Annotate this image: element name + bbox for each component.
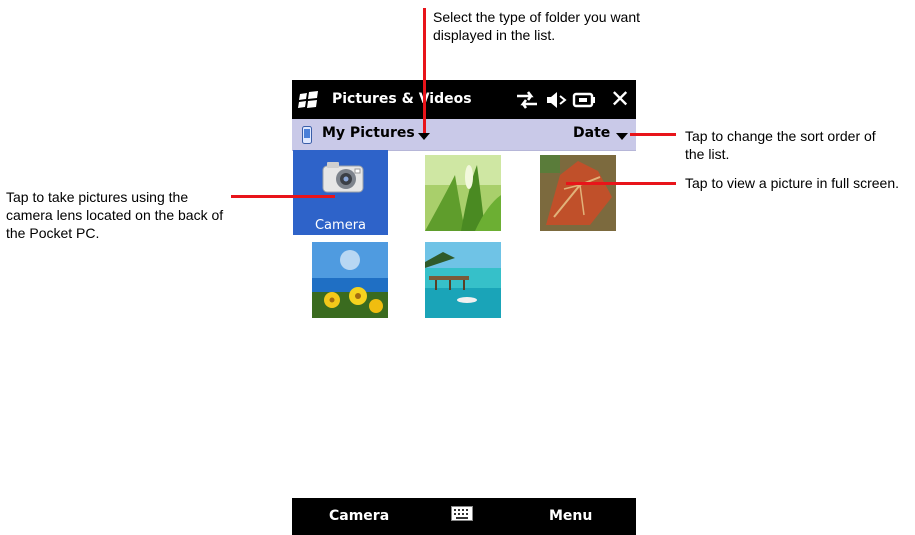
beach-pier-photo[interactable] [425,242,501,318]
title-bar: Pictures & Videos ✕ [292,80,636,119]
folder-dropdown[interactable]: My Pictures [322,125,415,141]
connectivity-icon[interactable] [515,89,539,111]
keyboard-icon[interactable] [451,506,473,521]
callout-sort-order: Tap to change the sort order of the list… [685,128,876,162]
callout-line-folder-type [423,8,426,133]
callout-line-take-pictures [231,195,335,198]
callout-line-view-picture [566,182,676,185]
camera-icon [322,162,364,193]
device-screen: Pictures & Videos ✕ My Pictures Date Cam… [292,80,636,535]
windows-start-icon[interactable] [298,89,320,111]
device-icon [302,126,312,144]
callout-take-pictures: Tap to take pictures using the camera le… [6,189,224,241]
folder-dropdown-arrow-icon[interactable] [418,133,430,140]
camera-caption: Camera [314,218,367,233]
menu-softkey[interactable]: Menu [549,508,592,524]
app-title: Pictures & Videos [332,91,472,107]
battery-icon[interactable] [572,89,596,111]
folder-sort-bar: My Pictures Date [292,119,636,151]
sort-dropdown[interactable]: Date [573,125,610,141]
callout-line-sort-order [630,133,676,136]
camera-softkey[interactable]: Camera [329,508,389,524]
close-icon[interactable]: ✕ [610,85,630,113]
camera-tile[interactable]: Camera [293,150,388,235]
grass-photo[interactable] [425,155,501,231]
yellow-flowers-photo[interactable] [312,242,388,318]
callout-folder-type: Select the type of folder you want displ… [433,9,641,43]
sort-dropdown-arrow-icon[interactable] [616,133,628,140]
autumn-leaf-photo[interactable] [540,155,616,231]
callout-view-picture: Tap to view a picture in full screen. [685,175,899,191]
softkey-bar: Camera Menu [292,498,636,535]
volume-icon[interactable] [543,89,567,111]
